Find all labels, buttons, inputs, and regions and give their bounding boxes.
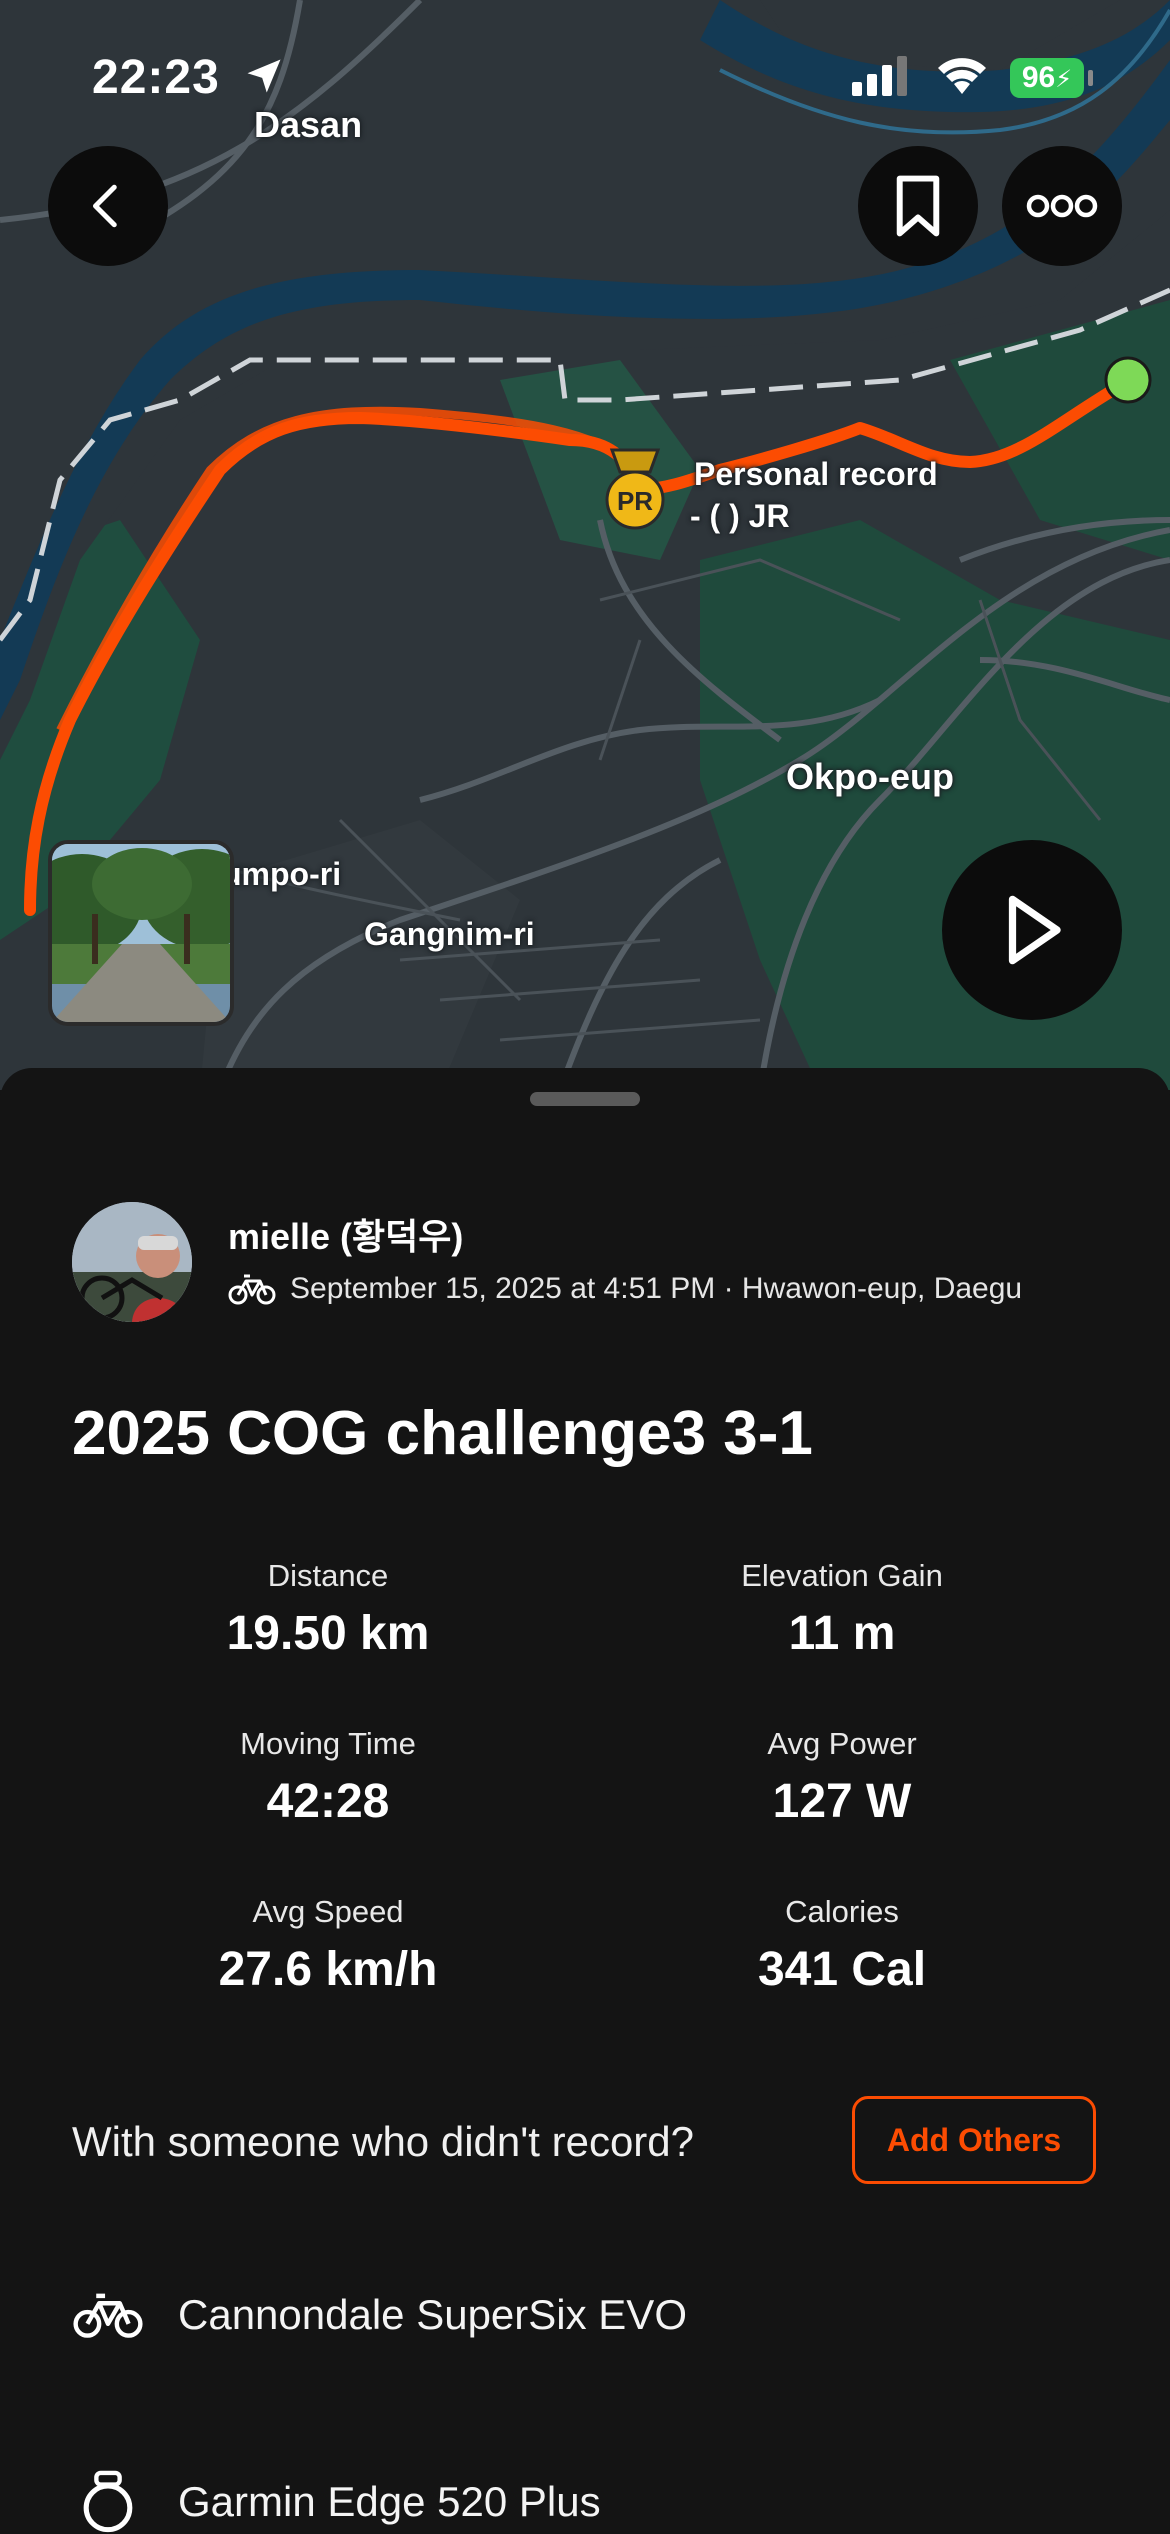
stat-avg-power: Avg Power 127 W (632, 1726, 1052, 1829)
flyover-play-button[interactable] (942, 840, 1122, 1020)
wifi-icon (938, 58, 986, 94)
gear-device-row[interactable]: Garmin Edge 520 Plus (72, 2470, 601, 2534)
stat-value: 11 m (788, 1607, 896, 1660)
sheet-grabber[interactable] (530, 1092, 640, 1106)
battery-tip (1088, 70, 1093, 86)
athlete-name[interactable]: mielle (황덕우) (228, 1208, 463, 1260)
more-options-button[interactable] (1002, 146, 1122, 266)
pr-badge-text: PR (617, 486, 653, 516)
stat-value: 341 Cal (757, 1943, 927, 1996)
stat-avg-speed: Avg Speed 27.6 km/h (118, 1894, 538, 1997)
stat-label: Calories (785, 1894, 899, 1929)
pr-title: Personal record (694, 456, 938, 492)
stat-moving-time: Moving Time 42:28 (118, 1726, 538, 1829)
bookmark-icon (896, 175, 940, 237)
stat-elevation-gain: Elevation Gain 11 m (632, 1558, 1052, 1661)
watch-icon (83, 2470, 133, 2533)
save-bookmark-button[interactable] (858, 146, 978, 266)
pr-medal-icon[interactable]: PR (598, 448, 672, 532)
stat-label: Moving Time (240, 1726, 416, 1761)
map-label-gangnim: Gangnim-ri (364, 916, 535, 952)
more-horizontal-icon (1026, 194, 1098, 218)
stat-value: 19.50 km (226, 1607, 430, 1660)
play-icon (1008, 895, 1061, 965)
battery-indicator: 96⚡ (1010, 58, 1084, 98)
stat-label: Distance (267, 1558, 389, 1593)
athlete-avatar[interactable] (72, 1202, 192, 1322)
stat-label: Elevation Gain (741, 1558, 943, 1593)
stat-value: 127 W (772, 1775, 912, 1828)
stat-value: 27.6 km/h (218, 1943, 438, 1996)
battery-level: 96 (1021, 61, 1056, 94)
activity-detail-sheet: mielle (황덕우) September 15, 2025 at 4:51 … (0, 1068, 1170, 2534)
location-arrow-icon (247, 59, 281, 93)
activity-date-location: September 15, 2025 at 4:51 PM · Hwawon-e… (290, 1272, 1023, 1305)
back-button[interactable] (48, 146, 168, 266)
stat-label: Avg Speed (252, 1894, 404, 1929)
status-time: 22:23 (92, 51, 220, 104)
gear-bike-name: Cannondale SuperSix EVO (178, 2291, 687, 2338)
stat-calories: Calories 341 Cal (632, 1894, 1052, 1997)
map-label-umpo: umpo-ri (222, 856, 342, 892)
activity-meta: September 15, 2025 at 4:51 PM · Hwawon-e… (228, 1272, 1022, 1306)
stat-value: 42:28 (266, 1775, 390, 1828)
status-bar: 22:23 96⚡ (0, 0, 1170, 150)
cellular-signal-icon (852, 56, 907, 96)
bike-icon (73, 2293, 143, 2338)
stat-label: Avg Power (767, 1726, 917, 1761)
add-others-button[interactable]: Add Others (852, 2096, 1096, 2184)
activity-title: 2025 COG challenge3 3-1 (72, 1399, 813, 1468)
stat-distance: Distance 19.50 km (118, 1558, 538, 1661)
gear-bike-row[interactable]: Cannondale SuperSix EVO (72, 2290, 687, 2340)
chevron-left-icon (93, 184, 117, 228)
with-others-prompt: With someone who didn't record? (72, 2118, 695, 2165)
bike-icon (228, 1274, 276, 1305)
activity-photo-thumbnail[interactable] (48, 840, 234, 1026)
map-label-okpo: Okpo-eup (786, 756, 954, 797)
gear-device-name: Garmin Edge 520 Plus (178, 2478, 601, 2525)
pr-subtitle: - ( ) JR (690, 498, 790, 534)
